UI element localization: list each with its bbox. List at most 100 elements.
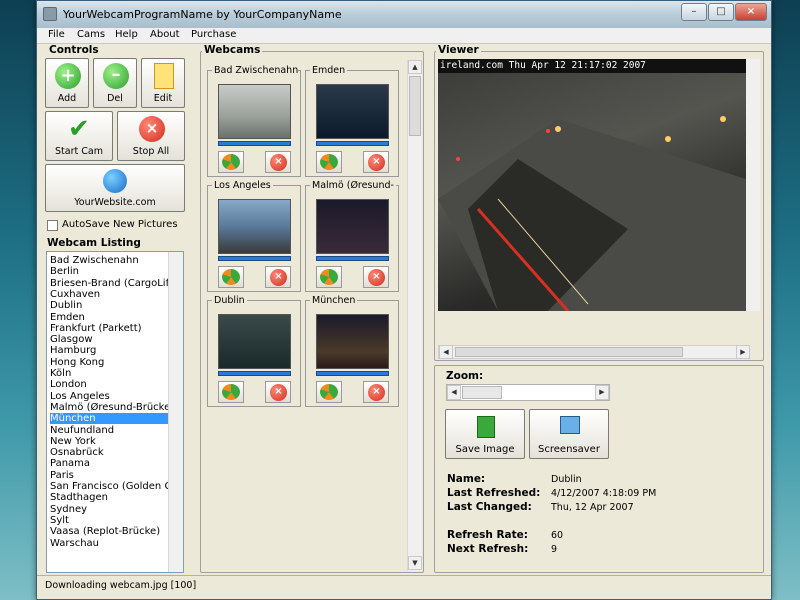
list-item[interactable]: Köln xyxy=(50,368,178,379)
list-item[interactable]: Stadthagen xyxy=(50,492,178,503)
webcam-thumbnail[interactable] xyxy=(316,84,389,139)
webcam-cell[interactable]: Bad Zwischenahn × xyxy=(207,65,301,177)
refresh-rate-label: Refresh Rate: xyxy=(447,529,528,541)
start-cam-button[interactable]: ✔ Start Cam xyxy=(45,111,113,161)
remove-cam-button[interactable]: × xyxy=(265,381,291,403)
menu-about[interactable]: About xyxy=(150,29,180,40)
remove-cam-button[interactable]: × xyxy=(265,151,291,173)
zoom-thumb[interactable] xyxy=(462,386,502,399)
webcam-thumbnail[interactable] xyxy=(218,314,291,369)
list-item[interactable]: New York xyxy=(50,436,178,447)
menu-purchase[interactable]: Purchase xyxy=(191,29,236,40)
list-item[interactable]: London xyxy=(50,379,178,390)
refresh-button[interactable] xyxy=(316,266,342,288)
menu-bar: File Cams Help About Purchase xyxy=(37,28,771,44)
list-item[interactable]: Osnabrück xyxy=(50,447,178,458)
list-item[interactable]: Emden xyxy=(50,312,178,323)
webcam-name: Malmö (Øresund- xyxy=(310,180,396,191)
webcam-thumbnail[interactable] xyxy=(218,199,291,254)
listing-scrollbar[interactable] xyxy=(168,252,183,572)
autosave-checkbox[interactable] xyxy=(47,220,58,231)
list-item[interactable]: Glasgow xyxy=(50,334,178,345)
add-label: Add xyxy=(57,93,77,104)
timestamp-overlay: ireland.com Thu Apr 12 21:17:02 2007 xyxy=(438,59,746,73)
hscroll-right-arrow[interactable]: ▶ xyxy=(736,345,750,359)
delete-x-icon: × xyxy=(270,384,287,401)
webcam-cell[interactable]: Malmö (Øresund- × xyxy=(305,180,399,292)
list-item[interactable]: Sylt xyxy=(50,515,178,526)
menu-help[interactable]: Help xyxy=(115,29,138,40)
list-item[interactable]: Panama xyxy=(50,458,178,469)
hscroll-left-arrow[interactable]: ◀ xyxy=(439,345,453,359)
list-item[interactable]: Warschau xyxy=(50,538,178,549)
webcam-cell[interactable]: München × xyxy=(305,295,399,407)
remove-cam-button[interactable]: × xyxy=(363,151,389,173)
webcam-cell[interactable]: Emden × xyxy=(305,65,399,177)
webcams-scrollbar[interactable]: ▲ ▼ xyxy=(407,60,422,571)
autosave-label: AutoSave New Pictures xyxy=(62,219,178,230)
remove-cam-button[interactable]: × xyxy=(265,266,291,288)
minimize-button[interactable]: – xyxy=(681,3,707,21)
list-item[interactable]: Hong Kong xyxy=(50,357,178,368)
next-refresh-label: Next Refresh: xyxy=(447,543,529,555)
screensaver-button[interactable]: Screensaver xyxy=(529,409,609,459)
delete-button[interactable]: – Del xyxy=(93,58,137,108)
refresh-button[interactable] xyxy=(316,381,342,403)
scroll-down-arrow[interactable]: ▼ xyxy=(408,556,422,570)
remove-cam-button[interactable]: × xyxy=(363,381,389,403)
edit-button[interactable]: Edit xyxy=(141,58,185,108)
webcam-name: Emden xyxy=(310,65,348,76)
stop-all-button[interactable]: × Stop All xyxy=(117,111,185,161)
webcam-listbox[interactable]: Bad Zwischenahn Berlin Briesen-Brand (Carg… xyxy=(46,251,184,573)
list-item[interactable]: Neufundland xyxy=(50,425,178,436)
maximize-button[interactable]: □ xyxy=(708,3,734,21)
zoom-slider[interactable]: ◀ ▶ xyxy=(446,384,610,401)
next-refresh-value: 9 xyxy=(551,544,558,555)
add-button[interactable]: + Add xyxy=(45,58,89,108)
list-item[interactable]: Frankfurt (Parkett) xyxy=(50,323,178,334)
list-item[interactable]: Los Angeles xyxy=(50,391,178,402)
delete-label: Del xyxy=(107,93,123,104)
scroll-up-arrow[interactable]: ▲ xyxy=(408,60,422,74)
refresh-button[interactable] xyxy=(218,381,244,403)
screensaver-label: Screensaver xyxy=(538,444,600,455)
refresh-button[interactable] xyxy=(218,266,244,288)
stop-all-label: Stop All xyxy=(132,146,170,157)
zoom-left-arrow[interactable]: ◀ xyxy=(447,385,461,400)
hscroll-thumb[interactable] xyxy=(455,347,683,357)
list-item[interactable]: München xyxy=(50,413,178,425)
list-item[interactable]: San Francisco (Golden Gat xyxy=(50,481,182,492)
list-item[interactable]: Dublin xyxy=(50,300,178,311)
list-item[interactable]: Sydney xyxy=(50,504,178,515)
webcam-cell[interactable]: Dublin × xyxy=(207,295,301,407)
website-label: YourWebsite.com xyxy=(74,197,156,208)
menu-file[interactable]: File xyxy=(48,29,65,40)
scroll-thumb[interactable] xyxy=(409,76,421,136)
webcam-thumbnail[interactable] xyxy=(316,314,389,369)
list-item[interactable]: Berlin xyxy=(50,266,178,277)
zoom-right-arrow[interactable]: ▶ xyxy=(595,385,609,400)
webcam-thumbnail[interactable] xyxy=(316,199,389,254)
refresh-button[interactable] xyxy=(218,151,244,173)
refresh-button[interactable] xyxy=(316,151,342,173)
website-button[interactable]: YourWebsite.com xyxy=(45,164,185,212)
menu-cams[interactable]: Cams xyxy=(77,29,105,40)
remove-cam-button[interactable]: × xyxy=(363,266,389,288)
close-button[interactable]: × xyxy=(735,3,767,21)
list-item[interactable]: Hamburg xyxy=(50,345,178,356)
title-bar[interactable]: YourWebcamProgramName by YourCompanyName… xyxy=(37,1,771,28)
save-image-button[interactable]: Save Image xyxy=(445,409,525,459)
webcam-thumbnail[interactable] xyxy=(218,84,291,139)
list-item[interactable]: Cuxhaven xyxy=(50,289,178,300)
viewer-hscrollbar[interactable]: ◀ ▶ xyxy=(438,345,750,359)
name-value: Dublin xyxy=(551,474,582,485)
list-item[interactable]: Malmö (Øresund-Brücke) xyxy=(50,402,178,413)
list-item[interactable]: Bad Zwischenahn xyxy=(50,255,178,266)
refresh-icon xyxy=(222,269,240,285)
street-scene xyxy=(438,116,746,311)
list-item[interactable]: Briesen-Brand (CargoLifte xyxy=(50,278,179,289)
list-item[interactable]: Paris xyxy=(50,470,178,481)
webcam-cell[interactable]: Los Angeles × xyxy=(207,180,301,292)
list-item[interactable]: Vaasa (Replot-Brücke) xyxy=(50,526,178,537)
viewer-vscrollbar[interactable] xyxy=(746,59,760,311)
